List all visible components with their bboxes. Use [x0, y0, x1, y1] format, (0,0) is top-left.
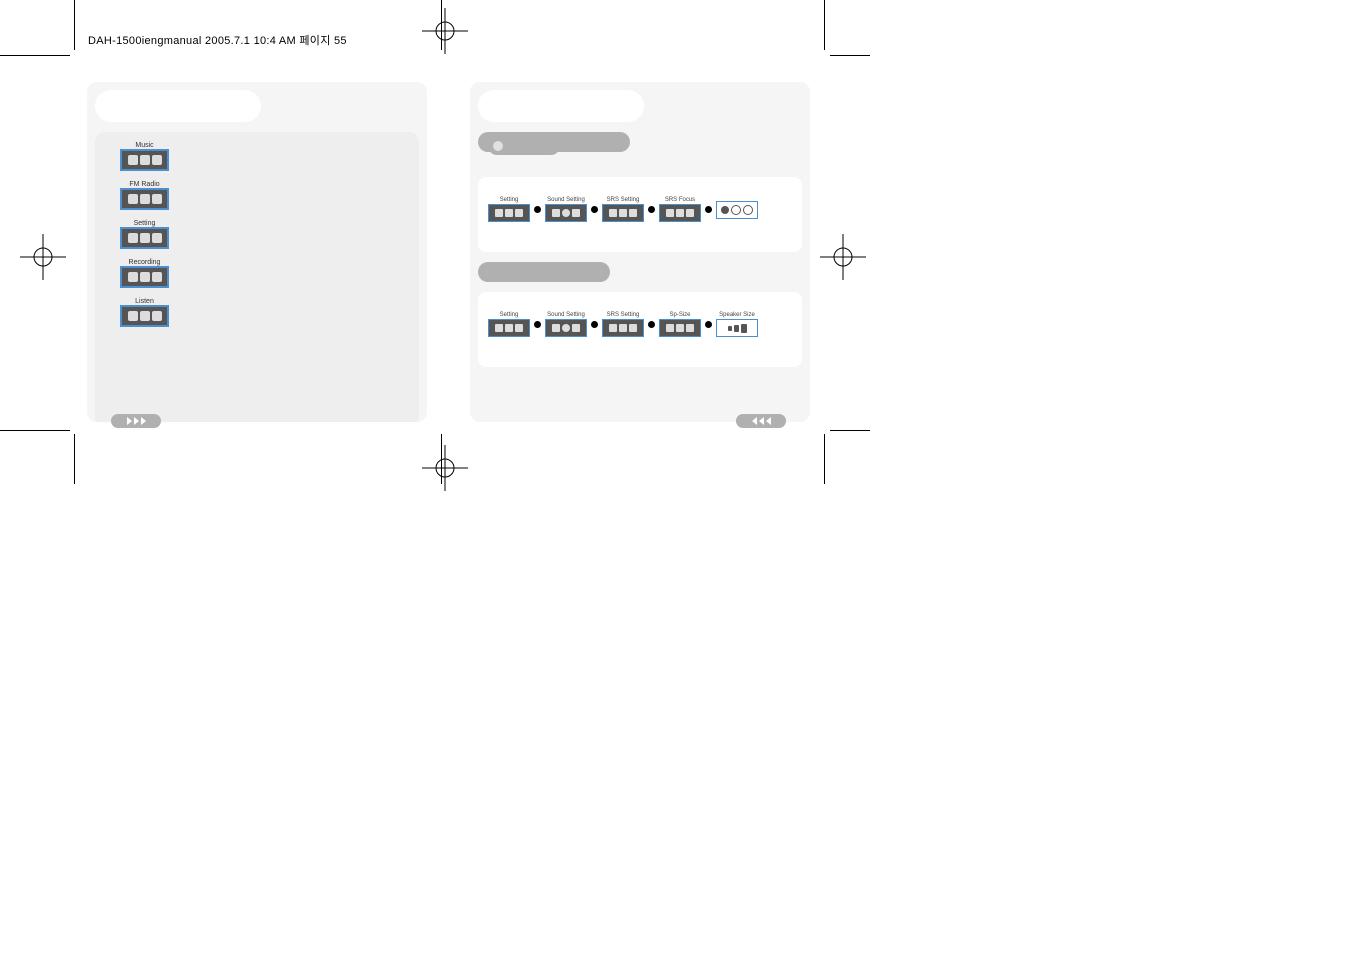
menu-thumb-icon: [120, 149, 169, 171]
flow-step-result: [716, 200, 758, 219]
flow-step-setting: Setting: [488, 312, 530, 337]
panel-sub-pill: [488, 137, 560, 155]
menu-thumb-icon: [120, 305, 169, 327]
menu-item-setting: Setting: [120, 220, 169, 249]
menu-label: Setting: [120, 220, 169, 227]
manual-page-right: Setting Sound Setting SRS Setting SRS Fo…: [470, 82, 810, 422]
crop-mark: [830, 430, 870, 431]
panel-inner: Music FM Radio Setting Recording Listen: [95, 132, 419, 422]
arrow-icon: [705, 321, 712, 328]
step-thumb-icon: [488, 319, 530, 337]
crop-mark: [74, 434, 75, 484]
arrow-icon: [534, 321, 541, 328]
menu-label: FM Radio: [120, 181, 169, 188]
crop-mark: [0, 55, 70, 56]
menu-item-recording: Recording: [120, 259, 169, 288]
section-bar: [478, 262, 610, 282]
step-thumb-icon: [545, 204, 587, 222]
menu-thumb-icon: [120, 266, 169, 288]
arrow-icon: [705, 206, 712, 213]
step-label: Setting: [488, 312, 530, 318]
doc-header: DAH-1500iengmanual 2005.7.1 10:4 AM 페이지 …: [88, 32, 347, 48]
flow-step-sp-size: Sp-Size: [659, 312, 701, 337]
flow-row: Setting Sound Setting SRS Setting Sp-Siz…: [488, 312, 792, 337]
step-thumb-icon: [602, 319, 644, 337]
step-thumb-icon: [659, 204, 701, 222]
step-thumb-icon: [716, 319, 758, 337]
register-mark-icon: [820, 234, 866, 280]
flow-step-sound-setting: Sound Setting: [545, 197, 587, 222]
menu-column: Music FM Radio Setting Recording Listen: [120, 142, 169, 337]
flow-step-speaker-size-result: Speaker Size: [716, 312, 758, 337]
step-label: SRS Setting: [602, 197, 644, 203]
crop-mark: [824, 0, 825, 50]
step-thumb-icon: [602, 204, 644, 222]
manual-page-left: Music FM Radio Setting Recording Listen: [87, 82, 427, 422]
step-label: Sound Setting: [545, 197, 587, 203]
step-thumb-icon: [716, 201, 758, 219]
crop-mark: [830, 55, 870, 56]
pager-forward-icon: [111, 414, 161, 428]
menu-label: Listen: [120, 298, 169, 305]
flow-step-srs-setting: SRS Setting: [602, 312, 644, 337]
step-label: Sound Setting: [545, 312, 587, 318]
menu-item-music: Music: [120, 142, 169, 171]
step-thumb-icon: [659, 319, 701, 337]
menu-thumb-icon: [120, 227, 169, 249]
step-label: SRS Focus: [659, 197, 701, 203]
flow-row: Setting Sound Setting SRS Setting SRS Fo…: [488, 197, 792, 222]
arrow-icon: [648, 321, 655, 328]
crop-mark: [0, 430, 70, 431]
flow-section-sp-size: Setting Sound Setting SRS Setting Sp-Siz…: [478, 292, 802, 367]
arrow-icon: [591, 321, 598, 328]
crop-mark: [824, 434, 825, 484]
register-mark-icon: [20, 234, 66, 280]
menu-item-fmradio: FM Radio: [120, 181, 169, 210]
step-label: Sp-Size: [659, 312, 701, 318]
menu-label: Recording: [120, 259, 169, 266]
menu-label: Music: [120, 142, 169, 149]
register-mark-icon: [422, 445, 468, 491]
panel-title-bar: [478, 90, 644, 122]
register-mark-icon: [422, 8, 468, 54]
flow-step-setting: Setting: [488, 197, 530, 222]
arrow-icon: [591, 206, 598, 213]
crop-mark: [74, 0, 75, 50]
pager-back-icon: [736, 414, 786, 428]
pill-dot-icon: [493, 141, 503, 151]
flow-step-srs-focus: SRS Focus: [659, 197, 701, 222]
flow-step-srs-setting: SRS Setting: [602, 197, 644, 222]
step-label: Speaker Size: [716, 312, 758, 318]
flow-section-srs-focus: Setting Sound Setting SRS Setting SRS Fo…: [478, 177, 802, 252]
menu-item-listen: Listen: [120, 298, 169, 327]
panel-title-bar: [95, 90, 261, 122]
step-label: Setting: [488, 197, 530, 203]
menu-thumb-icon: [120, 188, 169, 210]
flow-step-sound-setting: Sound Setting: [545, 312, 587, 337]
arrow-icon: [648, 206, 655, 213]
arrow-icon: [534, 206, 541, 213]
step-thumb-icon: [488, 204, 530, 222]
step-label: SRS Setting: [602, 312, 644, 318]
step-thumb-icon: [545, 319, 587, 337]
